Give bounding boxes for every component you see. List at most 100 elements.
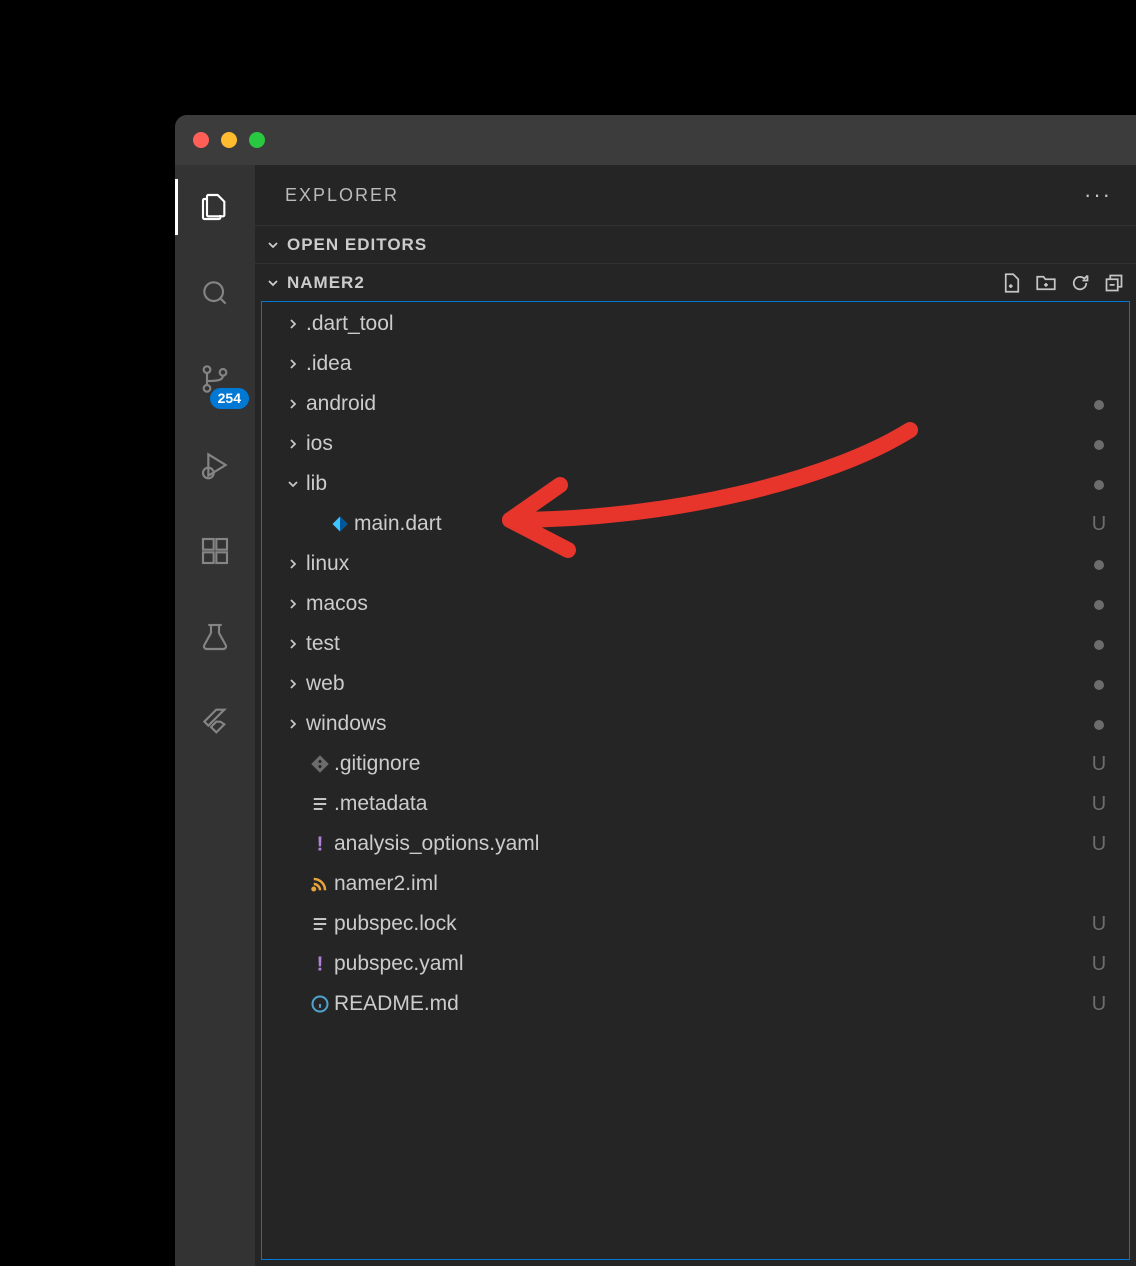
- window-minimize-button[interactable]: [221, 132, 237, 148]
- tree-item-label: .idea: [306, 352, 1087, 376]
- new-file-button[interactable]: [1002, 273, 1022, 293]
- svg-text:!: !: [317, 834, 324, 854]
- activity-run-debug[interactable]: [191, 441, 239, 489]
- git-status: [1087, 393, 1111, 416]
- tree-item-label: .dart_tool: [306, 312, 1087, 336]
- tree-item-label: README.md: [334, 992, 1087, 1016]
- file-row[interactable]: main.dartU: [262, 504, 1129, 544]
- flutter-icon: [199, 707, 231, 739]
- chevron-down-icon: [263, 275, 283, 291]
- file-row[interactable]: ! pubspec.yamlU: [262, 944, 1129, 984]
- tree-item-label: web: [306, 672, 1087, 696]
- search-icon: [199, 277, 231, 309]
- extensions-icon: [199, 535, 231, 567]
- chevron-down-icon: [263, 237, 283, 253]
- git-status: [1087, 553, 1111, 576]
- tree-item-label: pubspec.yaml: [334, 952, 1087, 976]
- folder-row[interactable]: macos: [262, 584, 1129, 624]
- file-row[interactable]: .metadataU: [262, 784, 1129, 824]
- chevron-right-icon: [280, 316, 306, 332]
- folder-row[interactable]: test: [262, 624, 1129, 664]
- folder-row[interactable]: linux: [262, 544, 1129, 584]
- activity-source-control[interactable]: 254: [191, 355, 239, 403]
- tree-item-label: linux: [306, 552, 1087, 576]
- explorer-more-button[interactable]: ···: [1084, 182, 1112, 208]
- git-status: U: [1087, 993, 1111, 1016]
- chevron-right-icon: [280, 396, 306, 412]
- activity-explorer[interactable]: [191, 183, 239, 231]
- activity-extensions[interactable]: [191, 527, 239, 575]
- git-status: U: [1087, 953, 1111, 976]
- chevron-right-icon: [280, 356, 306, 372]
- vscode-window: 254: [175, 115, 1136, 1266]
- svg-text:!: !: [317, 954, 324, 974]
- git-status: [1087, 433, 1111, 456]
- window-maximize-button[interactable]: [249, 132, 265, 148]
- main-area: 254: [175, 165, 1136, 1266]
- rss-icon: [306, 874, 334, 894]
- beaker-icon: [199, 621, 231, 653]
- git-status: [1087, 473, 1111, 496]
- yaml-icon: !: [306, 954, 334, 974]
- activity-testing[interactable]: [191, 613, 239, 661]
- git-status: [1087, 673, 1111, 696]
- titlebar: [175, 115, 1136, 165]
- git-status: U: [1087, 793, 1111, 816]
- debug-icon: [199, 449, 231, 481]
- activity-search[interactable]: [191, 269, 239, 317]
- file-row[interactable]: pubspec.lockU: [262, 904, 1129, 944]
- refresh-button[interactable]: [1070, 273, 1090, 293]
- window-close-button[interactable]: [193, 132, 209, 148]
- tree-item-label: pubspec.lock: [334, 912, 1087, 936]
- folder-row[interactable]: lib: [262, 464, 1129, 504]
- yaml-icon: !: [306, 834, 334, 854]
- folder-row[interactable]: web: [262, 664, 1129, 704]
- tree-item-label: lib: [306, 472, 1087, 496]
- git-status: [1087, 593, 1111, 616]
- tree-item-label: main.dart: [354, 512, 1087, 536]
- file-row[interactable]: ! analysis_options.yamlU: [262, 824, 1129, 864]
- folder-row[interactable]: .dart_tool: [262, 304, 1129, 344]
- activity-bar: 254: [175, 165, 255, 1266]
- source-control-badge: 254: [210, 388, 249, 409]
- explorer-sidebar: EXPLORER ··· OPEN EDITORS NAMER2: [255, 165, 1136, 1266]
- open-editors-header[interactable]: OPEN EDITORS: [255, 225, 1136, 263]
- tree-item-label: macos: [306, 592, 1087, 616]
- chevron-down-icon: [280, 476, 306, 492]
- tree-item-label: .gitignore: [334, 752, 1087, 776]
- tree-item-label: windows: [306, 712, 1087, 736]
- file-row[interactable]: README.mdU: [262, 984, 1129, 1024]
- lines-icon: [306, 794, 334, 814]
- tree-item-label: ios: [306, 432, 1087, 456]
- git-status: U: [1087, 833, 1111, 856]
- file-tree: .dart_tool.ideaandroidioslibmain.dartUli…: [261, 301, 1130, 1260]
- chevron-right-icon: [280, 596, 306, 612]
- tree-item-label: android: [306, 392, 1087, 416]
- chevron-right-icon: [280, 636, 306, 652]
- chevron-right-icon: [280, 436, 306, 452]
- tree-item-label: .metadata: [334, 792, 1087, 816]
- folder-row[interactable]: windows: [262, 704, 1129, 744]
- tree-item-label: analysis_options.yaml: [334, 832, 1087, 856]
- file-row[interactable]: namer2.iml: [262, 864, 1129, 904]
- project-name: NAMER2: [287, 273, 365, 293]
- tree-item-label: namer2.iml: [334, 872, 1087, 896]
- chevron-right-icon: [280, 716, 306, 732]
- info-icon: [306, 994, 334, 1014]
- git-status: [1087, 633, 1111, 656]
- folder-row[interactable]: android: [262, 384, 1129, 424]
- folder-row[interactable]: ios: [262, 424, 1129, 464]
- folder-row[interactable]: .idea: [262, 344, 1129, 384]
- open-editors-label: OPEN EDITORS: [287, 235, 427, 255]
- new-folder-button[interactable]: [1036, 273, 1056, 293]
- explorer-title: EXPLORER: [285, 185, 399, 206]
- activity-flutter[interactable]: [191, 699, 239, 747]
- chevron-right-icon: [280, 676, 306, 692]
- chevron-right-icon: [280, 556, 306, 572]
- dart-icon: [326, 514, 354, 534]
- project-header[interactable]: NAMER2: [255, 263, 1136, 301]
- git-icon: [306, 754, 334, 774]
- file-row[interactable]: .gitignoreU: [262, 744, 1129, 784]
- tree-item-label: test: [306, 632, 1087, 656]
- collapse-all-button[interactable]: [1104, 273, 1124, 293]
